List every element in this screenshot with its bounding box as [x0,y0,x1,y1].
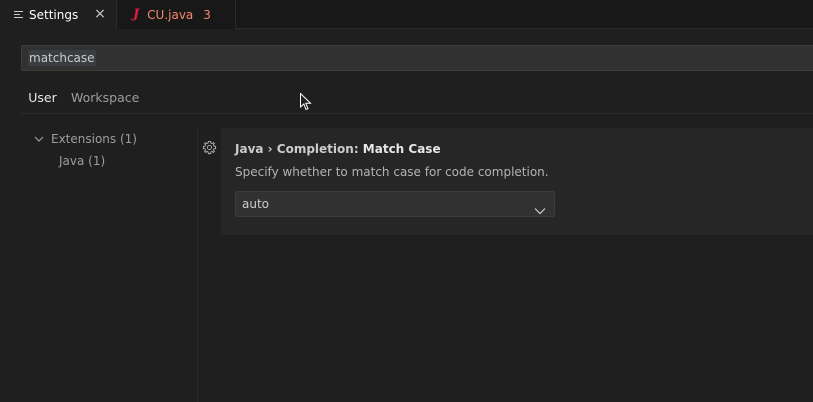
chevron-down-icon [534,200,546,215]
tab-user[interactable]: User [21,84,64,114]
setting-description: Specify whether to match case for code c… [235,165,549,179]
tab-label: Settings [29,7,79,22]
problem-count-badge: 3 [203,7,211,22]
setting-title: Java › Completion: Match Case [235,142,441,156]
setting-name: Match Case [362,142,441,156]
setting-category: Java › Completion: [235,142,363,156]
tab-cu-java[interactable]: J CU.java 3 [117,0,236,29]
toc-item-extensions[interactable]: Extensions (1) [34,132,137,146]
toc-item-java[interactable]: Java (1) [59,154,105,168]
toc-splitter[interactable] [197,128,198,402]
close-icon[interactable]: × [93,7,107,21]
editor-tab-bar: Settings × J CU.java 3 [0,0,813,29]
settings-list-icon [14,10,23,19]
select-value: auto [242,197,270,211]
tab-label: CU.java [147,7,194,22]
settings-search-input[interactable]: matchcase [21,45,813,71]
setting-java-completion-matchcase: Java › Completion: Match Case Specify wh… [221,128,813,235]
toc-label: Java (1) [59,154,106,168]
java-icon: J [133,7,140,22]
gear-icon[interactable] [202,140,217,155]
search-query: matchcase [28,50,96,66]
settings-editor: Settings × J CU.java 3 matchcase User Wo… [0,0,813,402]
mouse-cursor-icon [300,92,312,111]
toc-label: Extensions (1) [51,132,137,146]
match-case-select[interactable]: auto [235,191,555,217]
tab-settings[interactable]: Settings × [0,0,117,29]
chevron-down-icon [34,134,44,144]
tab-workspace[interactable]: Workspace [71,84,139,114]
divider [21,113,813,114]
